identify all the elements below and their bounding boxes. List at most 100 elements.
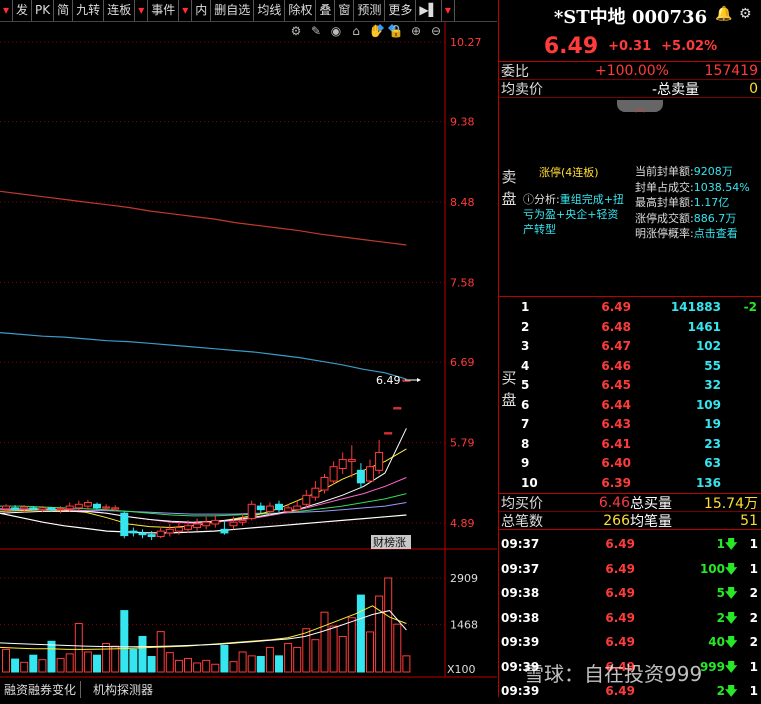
- arrow-down-icon: 🡇: [725, 635, 738, 649]
- candle-body: [347, 459, 356, 462]
- limit-stat[interactable]: 明涨停概率:点击查看: [635, 226, 750, 242]
- toolbar-item[interactable]: 窗: [335, 0, 355, 21]
- price-change: +0.31: [608, 38, 652, 54]
- lock-open-icon[interactable]: ⌂: [348, 24, 364, 38]
- toolbar-item[interactable]: ▾: [179, 0, 193, 21]
- volume-bar: [393, 623, 402, 673]
- analysis[interactable]: ⓘ分析:重组完成+扭亏为盈+央企+轻资产转型: [523, 192, 627, 237]
- bid-level[interactable]: 7 6.43 19: [521, 415, 761, 435]
- quote-panel: *ST中地 000736 🔔 ⚙ 6.49 +0.31 +5.02% 委比 +1…: [498, 0, 761, 698]
- trade-row: 09:38 6.49 2 🡇 2: [499, 606, 761, 631]
- volume-bar: [220, 645, 229, 673]
- avg-sell-row: 均卖价 -总卖量 0: [499, 80, 761, 98]
- bid-level[interactable]: 6 6.44 109: [521, 396, 761, 416]
- tab-institution-detector[interactable]: 机构探测器: [93, 681, 153, 698]
- toolbar-item[interactable]: 事件: [148, 0, 180, 21]
- toolbar-item[interactable]: 发: [13, 0, 33, 21]
- volume-bar: [293, 646, 302, 673]
- toolbar-item[interactable]: 九转: [73, 0, 105, 21]
- stock-name: *ST中地 000736: [553, 6, 708, 28]
- limit-up-title: 涨停(4连板): [539, 166, 599, 179]
- candle-body: [47, 507, 56, 511]
- volume-bar: [138, 635, 147, 673]
- bid-level[interactable]: 10 6.39 136: [521, 474, 761, 494]
- pen-icon[interactable]: ✎: [308, 24, 324, 38]
- kline-chart-svg[interactable]: 10.27 9.38 8.48 7.58 6.69 5.79 4.89 2909 1468 X10…: [0, 22, 497, 697]
- buy-side-label: 买盘: [501, 369, 517, 409]
- zoom-out-icon[interactable]: ⊖: [428, 24, 444, 38]
- bid-level[interactable]: 2 6.48 1461: [521, 318, 761, 338]
- volume-bar: [329, 625, 338, 673]
- toolbar-item[interactable]: ▶▌: [416, 0, 442, 21]
- toolbar-item[interactable]: ▾: [135, 0, 149, 21]
- candle-body: [56, 508, 65, 511]
- volume-bar: [174, 659, 183, 673]
- kline-chart[interactable]: 10.27 9.38 8.48 7.58 6.69 5.79 4.89 2909 1468 X10…: [0, 22, 497, 698]
- candle-body: [329, 466, 338, 482]
- bid-level[interactable]: 1 6.49 141883 -2: [521, 298, 761, 318]
- hand-icon[interactable]: ✋: [368, 24, 384, 38]
- collapse-button[interactable]: ︿: [617, 100, 663, 115]
- volume-bar: [211, 663, 220, 673]
- volume-bar: [229, 661, 238, 673]
- toolbar-item[interactable]: ▾: [442, 0, 455, 21]
- bid-level[interactable]: 8 6.41 23: [521, 435, 761, 455]
- toolbar-item[interactable]: 更多: [385, 0, 417, 21]
- candle-body: [238, 519, 247, 523]
- toolbar-item[interactable]: 连板: [104, 0, 136, 21]
- bid-level[interactable]: 4 6.46 55: [521, 357, 761, 377]
- candle-body: [338, 459, 347, 470]
- candle-body: [147, 534, 156, 537]
- candle-body: [184, 525, 192, 530]
- volume-bar: [256, 655, 265, 673]
- total-trades-row: 总笔数 266 均笔量 51: [499, 512, 761, 530]
- candle-body: [2, 505, 10, 510]
- volume-bar: [38, 659, 47, 673]
- bid-level[interactable]: 3 6.47 102: [521, 337, 761, 357]
- toolbar-item[interactable]: ▾: [0, 0, 14, 21]
- tab-margin-trading[interactable]: 融资融券变化: [4, 681, 82, 698]
- volume-bar: [29, 654, 38, 673]
- candle-body: [247, 503, 256, 520]
- last-price-marker: 6.49: [376, 374, 401, 387]
- toolbar-item[interactable]: 预测: [354, 0, 386, 21]
- candle-body: [74, 503, 83, 509]
- toolbar-item[interactable]: 除权: [285, 0, 317, 21]
- limit-stats: 当前封单额:9208万 封单占成交:1038.54% 最高封单额:1.17亿 涨停成交…: [635, 164, 750, 242]
- volume-bar: [156, 631, 165, 673]
- sell-panel: ︿ 卖盘 涨停(4连板) ⓘ分析:重组完成+扭亏为盈+央企+轻资产转型 当前封单…: [499, 98, 761, 297]
- zoom-in-icon[interactable]: ⊕: [408, 24, 424, 38]
- stock-title: *ST中地 000736 🔔 ⚙: [499, 0, 761, 31]
- toolbar-item[interactable]: PK: [32, 0, 55, 21]
- eye-icon[interactable]: ◉: [328, 24, 344, 38]
- candle-body: [193, 523, 202, 529]
- volume-bar: [238, 651, 247, 673]
- bell-icon[interactable]: 🔔: [715, 6, 732, 22]
- candle-body: [202, 521, 211, 527]
- chart-tools: ⚙ ✎ ◉ ⌂ ✋ 🔒 ⊕ ⊖: [288, 24, 444, 38]
- price-change-pct: +5.02%: [661, 38, 718, 54]
- candle-body: [356, 469, 365, 484]
- toolbar-item[interactable]: 均线: [254, 0, 286, 21]
- toolbar-item[interactable]: 叠: [316, 0, 336, 21]
- volume-bar: [120, 610, 129, 673]
- bid-level[interactable]: 5 6.45 32: [521, 376, 761, 396]
- chevron-up-icon: ︿: [635, 104, 645, 115]
- watermark: 雪球：自在投资999: [524, 662, 703, 686]
- toolbar-item[interactable]: 删自选: [211, 0, 255, 21]
- lock-icon[interactable]: 🔒: [388, 24, 404, 38]
- candle-body: [129, 530, 138, 534]
- candle-body: [29, 507, 38, 510]
- arrow-down-icon: 🡇: [725, 610, 738, 625]
- toolbar-item[interactable]: 内: [192, 0, 212, 21]
- volume-tick-label: 1468: [450, 619, 478, 632]
- bid-level[interactable]: 9 6.40 63: [521, 454, 761, 474]
- volume-bar: [93, 654, 101, 673]
- gear-icon[interactable]: ⚙: [288, 24, 304, 38]
- trade-row: 09:37 6.49 1 🡇 1: [499, 532, 761, 557]
- ma-line-blue: [0, 332, 407, 380]
- volume-bar: [265, 646, 274, 673]
- gear-icon[interactable]: ⚙: [739, 6, 752, 22]
- volume-bar: [83, 651, 92, 673]
- toolbar-item[interactable]: 简: [54, 0, 74, 21]
